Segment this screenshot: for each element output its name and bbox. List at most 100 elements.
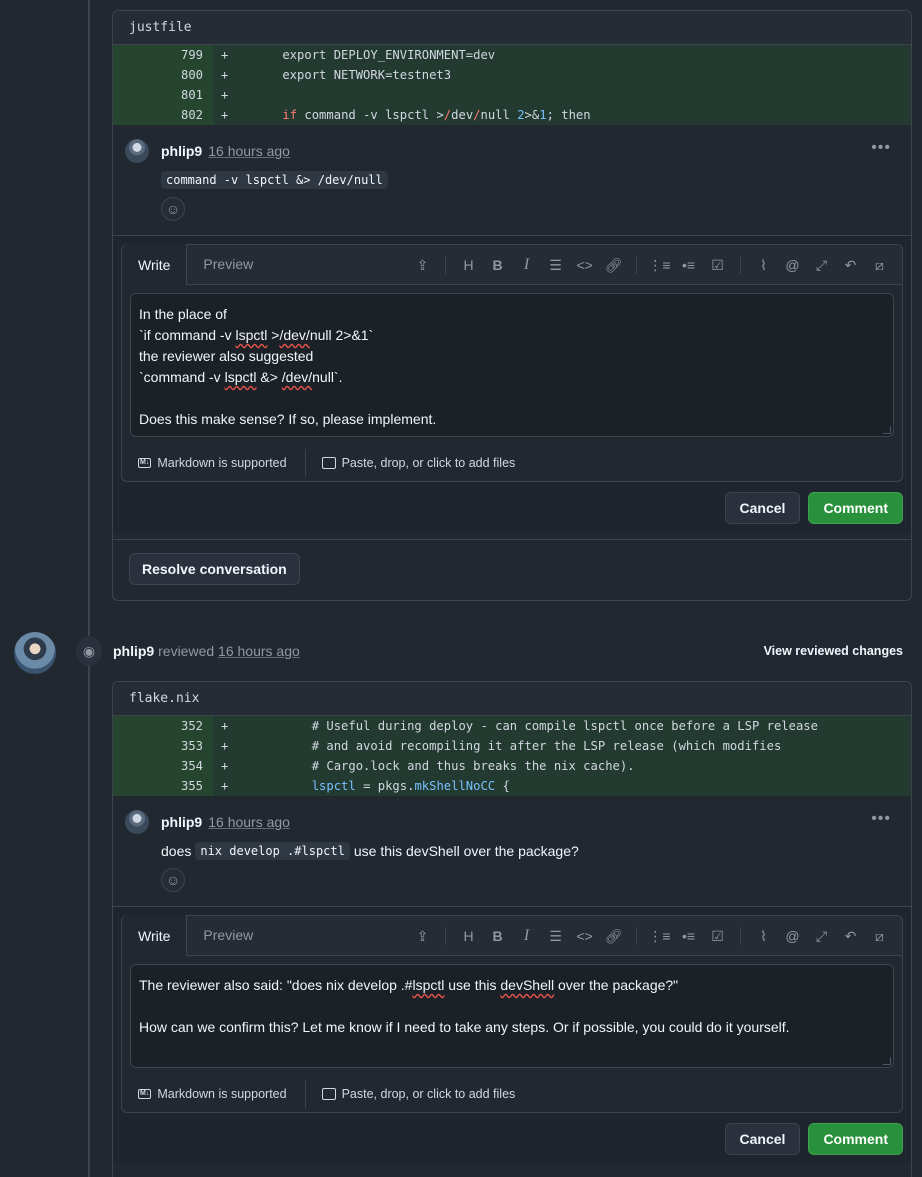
line-number: 800 [113, 65, 213, 85]
markdown-supported-link[interactable]: M↓ Markdown is supported [138, 449, 306, 477]
diff-line: 801 + [113, 85, 911, 105]
ordered-list-icon[interactable]: ⋮≡ [645, 922, 674, 950]
resolve-conversation-button[interactable]: Resolve conversation [129, 553, 300, 585]
comment-timestamp[interactable]: 16 hours ago [208, 814, 290, 830]
code-line: # Cargo.lock and thus breaks the nix cac… [253, 759, 635, 773]
heading-icon[interactable]: H [454, 251, 483, 279]
attach-icon[interactable]: ⌇ [749, 251, 778, 279]
tab-write[interactable]: Write [122, 915, 188, 956]
tab-preview[interactable]: Preview [187, 244, 269, 284]
code-line: export DEPLOY_ENVIRONMENT=dev [253, 48, 496, 62]
eye-icon: ◉ [76, 636, 102, 666]
timeline-line [88, 0, 90, 1177]
slash-icon[interactable]: ⧄ [865, 922, 894, 950]
bold-icon[interactable]: B [483, 922, 512, 950]
link-icon[interactable]: 🔗︎ [599, 922, 628, 950]
resize-handle[interactable] [883, 1057, 891, 1065]
inline-code: command -v lspctl &> /dev/null [161, 171, 388, 189]
review-thread-justfile: justfile 799 + export DEPLOY_ENVIRONMENT=… [112, 10, 912, 601]
review-event: ◉ phlip9 reviewed 16 hours ago View revi… [0, 630, 922, 674]
markdown-supported-link[interactable]: M↓ Markdown is supported [138, 1080, 306, 1108]
comment-author[interactable]: phlip9 [161, 143, 202, 159]
inline-code: nix develop .#lspctl [195, 842, 350, 860]
reviewer-avatar[interactable] [14, 632, 56, 674]
diff-line: 354 + # Cargo.lock and thus breaks the ni… [113, 756, 911, 776]
comment-editor: Write Preview ⇪ H B I ☰ <> 🔗︎ ⋮≡ •≡ ☑ ⌇ [121, 244, 903, 482]
heading-icon[interactable]: H [454, 922, 483, 950]
markdown-note: Markdown is supported [157, 1087, 287, 1101]
view-reviewed-changes-link[interactable]: View reviewed changes [764, 644, 903, 658]
diff-sign: + [221, 719, 229, 733]
italic-icon[interactable]: I [512, 922, 541, 950]
file-header[interactable]: flake.nix [113, 682, 911, 716]
diff-sign: + [221, 739, 229, 753]
avatar[interactable] [125, 810, 149, 834]
tab-preview[interactable]: Preview [187, 915, 269, 955]
image-icon [321, 1088, 336, 1100]
avatar[interactable] [125, 139, 149, 163]
diff-sign: + [221, 68, 229, 82]
file-header[interactable]: justfile [113, 11, 911, 45]
text-line: The reviewer also said: "does nix develo… [139, 977, 679, 993]
task-list-icon[interactable]: ☑ [703, 922, 732, 950]
unordered-list-icon[interactable]: •≡ [674, 922, 703, 950]
comment-button[interactable]: Comment [808, 492, 903, 524]
diff-hunk: 352 + # Useful during deploy - can compil… [113, 716, 911, 796]
toolbar-divider [740, 256, 741, 274]
comment-textarea[interactable]: In the place of `if command -v lspctl >/d… [130, 293, 894, 437]
attach-files-link[interactable]: Paste, drop, or click to add files [306, 1087, 515, 1101]
quote-icon[interactable]: ☰ [541, 922, 570, 950]
reference-icon[interactable]: ⤢ [807, 251, 836, 279]
attach-icon[interactable]: ⌇ [749, 922, 778, 950]
comment-body: does nix develop .#lspctl use this devSh… [161, 842, 899, 860]
tab-write[interactable]: Write [122, 244, 188, 285]
template-icon[interactable]: ⇪ [408, 922, 437, 950]
toolbar-divider [636, 927, 637, 945]
reply-icon[interactable]: ↶ [836, 922, 865, 950]
code-icon[interactable]: <> [570, 922, 599, 950]
review-timestamp[interactable]: 16 hours ago [218, 643, 300, 659]
reference-icon[interactable]: ⤢ [807, 922, 836, 950]
resize-handle[interactable] [883, 426, 891, 434]
editor-tabs: Write Preview ⇪ H B I ☰ <> 🔗︎ ⋮≡ •≡ ☑ ⌇ [122, 915, 902, 956]
file-name[interactable]: flake.nix [129, 691, 199, 706]
reviewer-name[interactable]: phlip9 [113, 643, 154, 659]
line-number: 353 [113, 736, 213, 756]
attach-files-link[interactable]: Paste, drop, or click to add files [306, 456, 515, 470]
comment-button[interactable]: Comment [808, 1123, 903, 1155]
comment-textarea[interactable]: The reviewer also said: "does nix develo… [130, 964, 894, 1068]
code-line: # Useful during deploy - can compile lsp… [253, 719, 818, 733]
comment-editor: Write Preview ⇪ H B I ☰ <> 🔗︎ ⋮≡ •≡ ☑ ⌇ [121, 915, 903, 1113]
template-icon[interactable]: ⇪ [408, 251, 437, 279]
review-thread-flake: flake.nix 352 + # Useful during deploy - … [112, 681, 912, 1177]
toolbar-divider [445, 256, 446, 274]
toolbar-divider [445, 927, 446, 945]
ordered-list-icon[interactable]: ⋮≡ [645, 251, 674, 279]
bold-icon[interactable]: B [483, 251, 512, 279]
link-icon[interactable]: 🔗︎ [599, 251, 628, 279]
quote-icon[interactable]: ☰ [541, 251, 570, 279]
add-reaction-smiley-icon[interactable]: ☺ [161, 868, 185, 892]
add-reaction-smiley-icon[interactable]: ☺ [161, 197, 185, 221]
kebab-menu-icon[interactable]: ••• [871, 810, 891, 828]
text-line [139, 388, 885, 409]
comment-actions: Cancel Comment [121, 482, 903, 532]
file-name[interactable]: justfile [129, 20, 192, 35]
mention-icon[interactable]: @ [778, 251, 807, 279]
italic-icon[interactable]: I [512, 251, 541, 279]
slash-icon[interactable]: ⧄ [865, 251, 894, 279]
review-action: reviewed [158, 643, 215, 659]
comment-author[interactable]: phlip9 [161, 814, 202, 830]
editor-footer: M↓ Markdown is supported Paste, drop, or … [122, 445, 902, 481]
cancel-button[interactable]: Cancel [724, 1123, 801, 1155]
code-line-highlighted: if command -v lspctl >/dev/null 2>&1; th… [282, 108, 591, 122]
code-icon[interactable]: <> [570, 251, 599, 279]
cancel-button[interactable]: Cancel [724, 492, 801, 524]
reply-icon[interactable]: ↶ [836, 251, 865, 279]
kebab-menu-icon[interactable]: ••• [871, 139, 891, 157]
mention-icon[interactable]: @ [778, 922, 807, 950]
unordered-list-icon[interactable]: •≡ [674, 251, 703, 279]
code-line: export NETWORK=testnet3 [253, 68, 452, 82]
comment-timestamp[interactable]: 16 hours ago [208, 143, 290, 159]
task-list-icon[interactable]: ☑ [703, 251, 732, 279]
